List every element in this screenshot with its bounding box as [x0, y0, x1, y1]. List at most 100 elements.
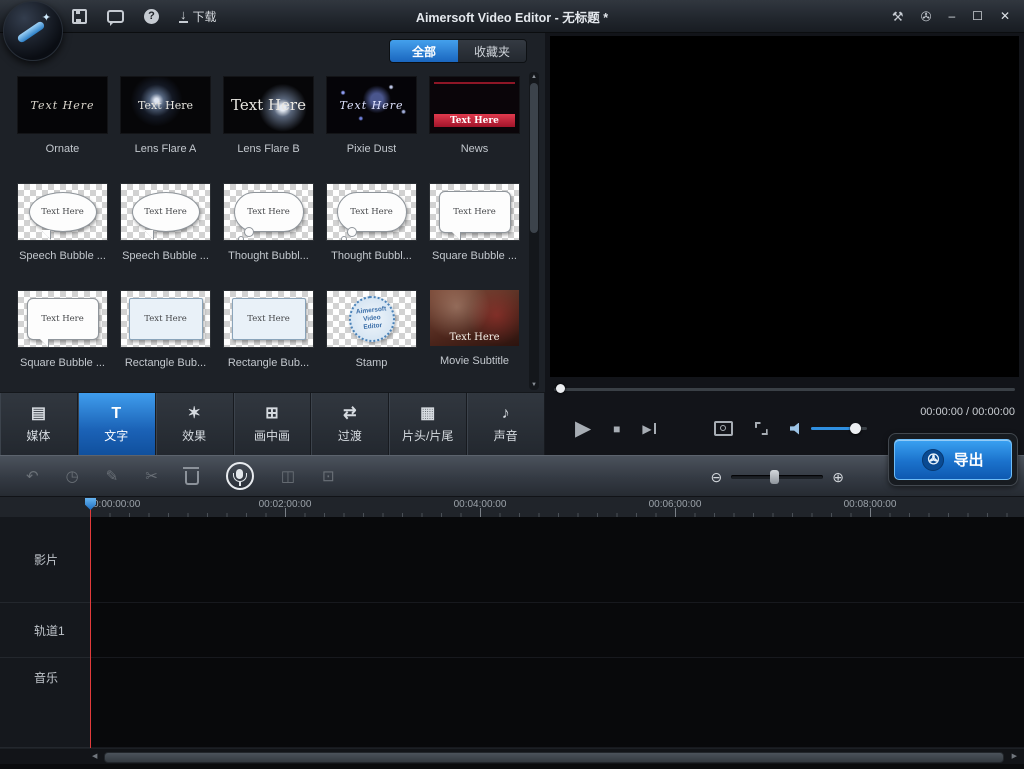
music-lane[interactable]	[90, 658, 1024, 748]
category-tab-effects[interactable]: ✶ 效果	[156, 393, 234, 455]
wrench-icon[interactable]: ⚒	[892, 10, 904, 23]
library-item[interactable]: Text Here Lens Flare A	[117, 76, 214, 183]
library-item[interactable]: Text Here Thought Bubbl...	[220, 183, 317, 290]
save-icon[interactable]	[72, 9, 87, 24]
scroll-right-icon[interactable]: ▶	[1012, 753, 1017, 761]
fullscreen-button[interactable]	[755, 422, 768, 435]
export-button[interactable]: ✇ 导出	[894, 439, 1012, 480]
history-icon[interactable]: ◷	[66, 469, 79, 484]
track-label-column: 影片 轨道1 音乐	[0, 517, 90, 748]
effect-thumbnail: Text Here	[120, 183, 211, 241]
export-container: ✇ 导出	[888, 433, 1018, 486]
scroll-up-icon[interactable]: ▲	[529, 73, 539, 81]
effects-grid: Text Here Ornate Text Here Lens Flare A …	[0, 70, 526, 392]
library-item[interactable]: Text Here Square Bubble ...	[426, 183, 523, 290]
tab-favorites[interactable]: 收藏夹	[458, 40, 526, 62]
ruler-label: 00:04:00:00	[454, 499, 507, 510]
feedback-icon[interactable]	[107, 10, 124, 23]
scroll-down-icon[interactable]: ▼	[529, 381, 539, 389]
library-item[interactable]: Text Here Square Bubble ...	[14, 290, 111, 397]
library-item[interactable]: Text Here Pixie Dust	[323, 76, 420, 183]
effect-label: Lens Flare A	[135, 143, 197, 155]
sound-icon: ♪	[502, 404, 510, 423]
effect-label: Speech Bubble ...	[122, 250, 209, 262]
snapshot-button[interactable]	[714, 421, 733, 436]
download-button[interactable]: ↓ 下载	[179, 8, 217, 25]
app-logo-icon[interactable]: ✦	[3, 1, 63, 61]
timeline-lanes[interactable]	[90, 517, 1024, 748]
effect-thumbnail: Text Here	[17, 183, 108, 241]
effect-label: Stamp	[356, 357, 388, 369]
video-lane[interactable]	[90, 517, 1024, 603]
undo-icon[interactable]: ↶	[26, 469, 39, 484]
effect-thumbnail: Text Here	[17, 290, 108, 348]
edit-icon[interactable]: ✎	[106, 469, 119, 484]
library-item[interactable]: Text Here Lens Flare B	[220, 76, 317, 183]
record-voiceover-button[interactable]	[226, 462, 254, 490]
playhead-line[interactable]	[90, 508, 91, 748]
timeline-zoom-control: ⊖ ⊕	[711, 456, 844, 498]
effect-label: Lens Flare B	[237, 143, 299, 155]
help-icon[interactable]: ?	[144, 9, 159, 24]
library-item[interactable]: Text Here Rectangle Bub...	[220, 290, 317, 397]
category-label: 效果	[182, 427, 206, 444]
library-item[interactable]: Text Here Speech Bubble ...	[117, 183, 214, 290]
zoom-slider[interactable]	[731, 475, 823, 479]
category-tab-intro-credits[interactable]: ▦ 片头/片尾	[389, 393, 467, 455]
zoom-in-icon[interactable]: ⊕	[832, 469, 844, 486]
effect-thumbnail: Text Here	[223, 290, 314, 348]
category-tab-pip[interactable]: ⊞ 画中画	[234, 393, 312, 455]
library-item[interactable]: Text Here Rectangle Bub...	[117, 290, 214, 397]
volume-knob[interactable]	[850, 423, 861, 434]
capture-icon[interactable]: ⊡	[322, 469, 335, 484]
play-button[interactable]: ▶	[575, 418, 591, 439]
volume-slider[interactable]	[811, 427, 867, 430]
delete-icon[interactable]	[185, 471, 199, 485]
tab-all[interactable]: 全部	[390, 40, 458, 62]
library-item[interactable]: Text Here Speech Bubble ...	[14, 183, 111, 290]
download-label: 下载	[193, 8, 217, 25]
library-scrollbar-thumb[interactable]	[530, 83, 538, 233]
hscrollbar-thumb[interactable]	[104, 752, 1004, 763]
library-item[interactable]: Text Here Thought Bubbl...	[323, 183, 420, 290]
transition-icon: ⇄	[343, 404, 356, 423]
category-label: 文字	[104, 427, 128, 444]
seek-handle[interactable]	[556, 384, 565, 393]
export-label: 导出	[953, 449, 983, 470]
category-bar: ▤ 媒体 T 文字 ✶ 效果 ⊞ 画中画 ⇄ 过渡 ▦ 片头/片尾 ♪ 声音	[0, 392, 545, 455]
library-item[interactable]: Aimersoft Video Editor Stamp	[323, 290, 420, 397]
seek-bar[interactable]	[554, 388, 1015, 391]
category-tab-text[interactable]: T 文字	[78, 393, 156, 455]
library-item[interactable]: Text Here Movie Subtitle	[426, 290, 523, 397]
category-tab-media[interactable]: ▤ 媒体	[0, 393, 78, 455]
camcorder-icon[interactable]: ✇	[921, 10, 932, 23]
cut-icon[interactable]: ✂	[145, 469, 158, 484]
track1-lane[interactable]	[90, 603, 1024, 658]
effects-icon: ✶	[187, 404, 200, 423]
category-tab-transition[interactable]: ⇄ 过渡	[311, 393, 389, 455]
titlebar: ? ↓ 下载 Aimersoft Video Editor - 无标题 * ⚒ …	[0, 0, 1024, 33]
timeline-ruler[interactable]: 0:00:00:00 00:02:00:00 00:04:00:00 00:06…	[90, 497, 1024, 517]
step-forward-button[interactable]: ▶	[642, 423, 655, 435]
volume-fill	[811, 427, 856, 430]
minimize-button[interactable]: –	[948, 9, 955, 23]
library-scrollbar[interactable]: ▲ ▼	[529, 72, 539, 390]
effect-label: Movie Subtitle	[440, 355, 509, 367]
scroll-left-icon[interactable]: ◀	[92, 753, 97, 761]
stop-button[interactable]: ■	[613, 423, 620, 435]
library-tab-group: 全部 收藏夹	[389, 39, 527, 63]
pip-tool-icon[interactable]: ◫	[281, 469, 295, 484]
category-tab-sound[interactable]: ♪ 声音	[467, 393, 545, 455]
sparkle-icon: ✦	[42, 11, 51, 24]
speaker-icon[interactable]	[790, 423, 803, 435]
effect-thumbnail: Text Here	[223, 76, 314, 134]
zoom-out-icon[interactable]: ⊖	[711, 469, 723, 486]
close-button[interactable]: ✕	[1000, 9, 1010, 23]
zoom-knob[interactable]	[770, 470, 779, 484]
library-item[interactable]: Text Here News	[426, 76, 523, 183]
library-item[interactable]: Text Here Ornate	[14, 76, 111, 183]
window-bottom-edge	[0, 764, 1024, 769]
timeline-hscrollbar[interactable]: ◀ ▶	[0, 748, 1024, 765]
effect-thumbnail: Text Here	[429, 183, 520, 241]
maximize-button[interactable]: ☐	[972, 9, 983, 23]
